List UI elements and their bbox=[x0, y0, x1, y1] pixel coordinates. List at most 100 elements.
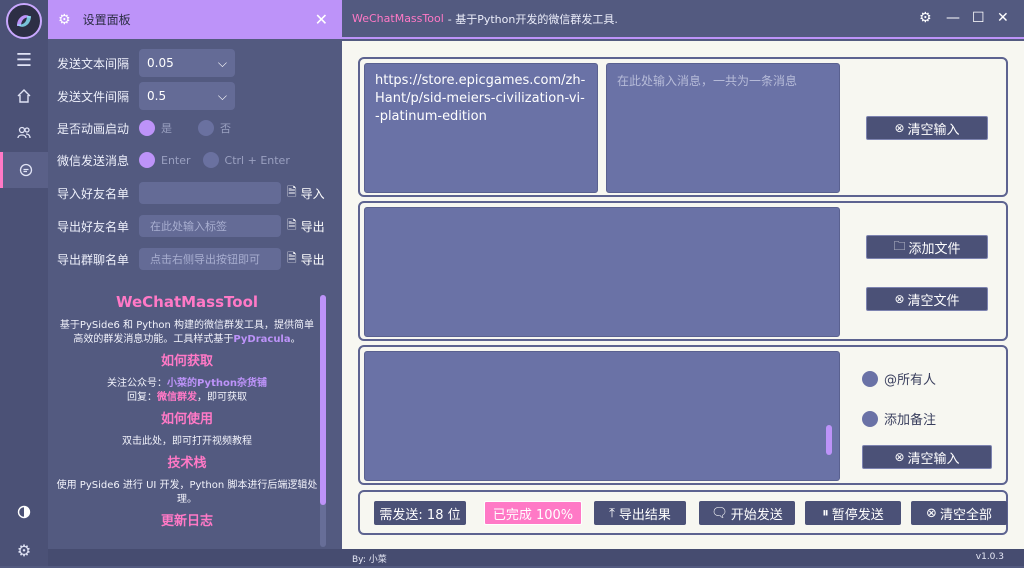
about-info: WeChatMassTool 基于PySide6 和 Python 构建的微信群… bbox=[56, 291, 318, 549]
export-friends-button[interactable]: 🗎 导出 bbox=[287, 216, 325, 237]
clear-file-button[interactable]: ⊗ 清空文件 bbox=[866, 287, 988, 311]
about-title: WeChatMassTool bbox=[115, 293, 259, 311]
logo-icon bbox=[17, 15, 31, 27]
input-group: https://store.epicgames.com/zh-Hant/p/si… bbox=[358, 57, 1008, 197]
import-friends-label: 导入好友名单 bbox=[57, 186, 130, 201]
clear-circle-icon: ⊗ bbox=[894, 292, 905, 306]
export-friends-label: 导出好友名单 bbox=[57, 219, 130, 234]
scrollbar-thumb[interactable] bbox=[320, 295, 326, 505]
send-key-ctrl-radio[interactable]: Ctrl + Enter bbox=[202, 152, 290, 168]
file-interval-row: 发送文件间隔 0.5 ⌵ bbox=[57, 82, 235, 110]
clear-circle-icon: ⊗ bbox=[894, 121, 905, 135]
chevron-down-icon: ⌵ bbox=[217, 88, 227, 103]
settings-panel: 发送文本间隔 0.05 ⌵ 发送文件间隔 0.5 ⌵ 是否动画启动 是 否 微信… bbox=[48, 39, 342, 549]
send-icon: 🗨 bbox=[711, 505, 728, 521]
file-import-icon: 🗎 bbox=[287, 184, 297, 199]
add-remark-checkbox[interactable]: 添加备注 bbox=[862, 409, 936, 428]
version-label: v1.0.3 bbox=[975, 552, 1004, 562]
export-groups-field[interactable]: 点击右侧导出按钮即可 bbox=[139, 248, 281, 270]
file-export-icon: 🗎 bbox=[287, 217, 297, 232]
export-groups-row: 导出群聊名单 点击右侧导出按钮即可 🗎 导出 bbox=[57, 245, 325, 273]
file-interval-select[interactable]: 0.5 ⌵ bbox=[139, 82, 235, 110]
text-interval-row: 发送文本间隔 0.05 ⌵ bbox=[57, 49, 235, 77]
radio-unchecked-icon bbox=[202, 152, 219, 168]
at-all-checkbox[interactable]: @所有人 bbox=[862, 369, 936, 388]
clear-all-button[interactable]: ⊗ 清空全部 bbox=[911, 501, 1007, 525]
main-content: https://store.epicgames.com/zh-Hant/p/si… bbox=[342, 41, 1024, 549]
export-friends-tag-input[interactable]: 在此处输入标签 bbox=[139, 215, 281, 237]
import-friends-field[interactable] bbox=[139, 182, 281, 204]
pydracula-link[interactable]: PyDracula bbox=[233, 334, 290, 345]
settings-panel-header: ⚙ 设置面板 ✕ bbox=[48, 0, 342, 39]
import-friends-row: 导入好友名单 🗎 导入 bbox=[57, 179, 325, 207]
send-key-row: 微信发送消息 Enter Ctrl + Enter bbox=[57, 146, 316, 174]
hamburger-icon: ☰ bbox=[15, 49, 33, 71]
how-to-use-line[interactable]: 双击此处，即可打开视频教程 bbox=[56, 435, 318, 449]
app-title: WeChatMassTool bbox=[352, 12, 444, 25]
about-scrollbar[interactable] bbox=[320, 295, 326, 547]
upload-icon: ⤒ bbox=[609, 505, 615, 521]
message-nav-button[interactable] bbox=[0, 152, 48, 188]
changelog-title: 更新日志 bbox=[160, 514, 213, 529]
settings-panel-title: 设置面板 bbox=[82, 13, 131, 27]
file-group: 🗀 添加文件 ⊗ 清空文件 bbox=[358, 201, 1008, 341]
author-credit: By: 小菜 bbox=[352, 555, 387, 565]
start-send-button[interactable]: 🗨 开始发送 bbox=[699, 501, 795, 525]
close-icon[interactable]: ✕ bbox=[997, 10, 1009, 26]
radio-unchecked-icon bbox=[862, 370, 878, 387]
file-interval-label: 发送文件间隔 bbox=[57, 89, 130, 104]
radio-checked-icon bbox=[139, 152, 155, 168]
message-textarea[interactable]: 在此处输入消息，一共为一条消息 bbox=[606, 63, 840, 193]
clear-remark-button[interactable]: ⊗ 清空输入 bbox=[862, 445, 992, 469]
about-description: 基于PySide6 和 Python 构建的微信群发工具，提供简单高效的群发消息… bbox=[59, 320, 315, 345]
text-interval-label: 发送文本间隔 bbox=[57, 56, 130, 71]
chat-icon bbox=[19, 163, 32, 177]
menu-toggle-button[interactable]: ☰ bbox=[0, 42, 48, 78]
animation-yes-radio[interactable]: 是 bbox=[139, 120, 172, 136]
settings-nav-button[interactable]: ⚙ bbox=[0, 532, 48, 568]
animation-row: 是否动画启动 是 否 bbox=[57, 114, 257, 142]
gear-icon: ⚙ bbox=[16, 540, 32, 560]
clear-input-button[interactable]: ⊗ 清空输入 bbox=[866, 116, 988, 140]
tech-stack-line: 使用 PySide6 进行 UI 开发，Python 脚本进行后端逻辑处理。 bbox=[56, 480, 318, 505]
icon-rail: ☰ ⚙ bbox=[0, 0, 48, 566]
remark-textarea[interactable] bbox=[364, 351, 840, 481]
users-icon bbox=[17, 126, 31, 139]
import-friends-button[interactable]: 🗎 导入 bbox=[287, 183, 325, 204]
theme-toggle-button[interactable] bbox=[0, 494, 48, 530]
how-to-get-line2: 回复：微信群发，即可获取 bbox=[127, 392, 247, 403]
action-bar: 需发送: 18 位 已完成 100% ⤒ 导出结果 🗨 开始发送 ⏸ 暂停发送 ⊗ 清空… bbox=[358, 490, 1008, 535]
left-status-strip bbox=[48, 549, 342, 566]
export-result-button[interactable]: ⤒ 导出结果 bbox=[594, 501, 686, 525]
tech-stack-title: 技术栈 bbox=[167, 456, 207, 471]
add-file-button[interactable]: 🗀 添加文件 bbox=[866, 235, 988, 259]
minimize-icon[interactable]: — bbox=[946, 10, 960, 26]
pause-icon: ⏸ bbox=[822, 505, 829, 521]
chevron-down-icon: ⌵ bbox=[217, 55, 227, 70]
home-nav-button[interactable] bbox=[0, 78, 48, 114]
file-list-area[interactable] bbox=[364, 207, 840, 337]
names-textarea[interactable]: https://store.epicgames.com/zh-Hant/p/si… bbox=[364, 63, 598, 193]
maximize-icon[interactable]: ☐ bbox=[972, 10, 985, 26]
animation-no-radio[interactable]: 否 bbox=[198, 120, 231, 136]
how-to-use-title: 如何使用 bbox=[160, 412, 213, 427]
send-key-enter-radio[interactable]: Enter bbox=[139, 152, 191, 168]
export-groups-button[interactable]: 🗎 导出 bbox=[287, 249, 325, 270]
clear-circle-icon: ⊗ bbox=[894, 450, 905, 464]
settings-gear-icon[interactable]: ⚙ bbox=[919, 10, 932, 26]
text-interval-select[interactable]: 0.05 ⌵ bbox=[139, 49, 235, 77]
home-icon bbox=[17, 89, 31, 103]
remark-scrollbar[interactable] bbox=[826, 425, 832, 455]
animation-label: 是否动画启动 bbox=[57, 121, 130, 136]
pause-send-button[interactable]: ⏸ 暂停发送 bbox=[805, 501, 901, 525]
gear-icon: ⚙ bbox=[58, 11, 71, 28]
remark-group: @所有人 添加备注 ⊗ 清空输入 bbox=[358, 345, 1008, 485]
radio-unchecked-icon bbox=[198, 120, 214, 136]
contacts-nav-button[interactable] bbox=[0, 114, 48, 150]
need-send-counter: 需发送: 18 位 bbox=[374, 501, 466, 525]
app-subtitle: - 基于Python开发的微信群发工具. bbox=[447, 12, 618, 26]
close-icon[interactable]: ✕ bbox=[315, 10, 328, 29]
title-bar: WeChatMassTool - 基于Python开发的微信群发工具. ⚙ — … bbox=[342, 0, 1024, 39]
progress-status: 已完成 100% bbox=[484, 501, 582, 525]
contrast-icon bbox=[17, 505, 31, 519]
